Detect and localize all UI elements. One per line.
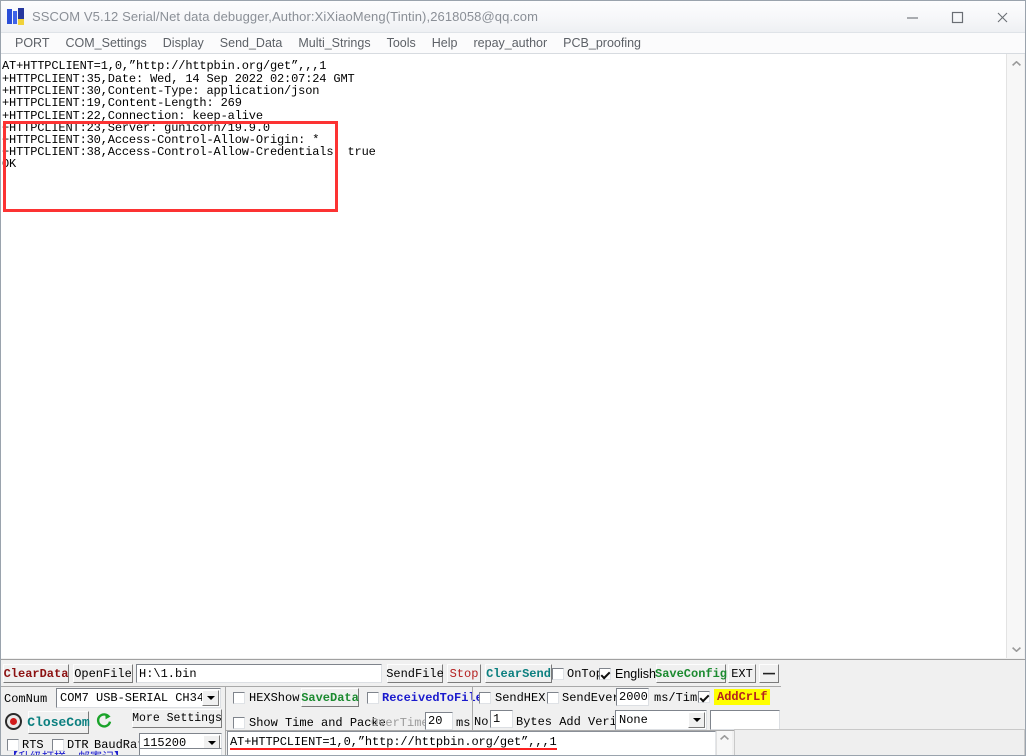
save-config-button[interactable]: SaveConfig	[655, 664, 727, 683]
ontop-checkbox[interactable]	[552, 668, 564, 680]
collapse-button[interactable]	[759, 664, 779, 683]
send-every-checkbox[interactable]	[547, 692, 559, 704]
open-file-button[interactable]: OpenFile	[73, 664, 133, 683]
menu-item-help[interactable]: Help	[424, 33, 466, 54]
sscom-window: SSCOM V5.12 Serial/Net data debugger,Aut…	[0, 0, 1026, 756]
verify-extra-input[interactable]	[710, 710, 780, 730]
ms-tim-label: ms/Tim	[654, 690, 698, 705]
menu-item-com-settings[interactable]: COM_Settings	[58, 33, 155, 54]
window-title: SSCOM V5.12 Serial/Net data debugger,Aut…	[32, 9, 539, 24]
minimize-button[interactable]	[890, 1, 935, 33]
connection-led-icon	[5, 713, 22, 730]
menu-item-display[interactable]: Display	[155, 33, 212, 54]
ontop-label: OnTop	[567, 666, 604, 681]
terminal-line: +HTTPCLIENT:38,Access-Control-Allow-Cred…	[2, 145, 376, 160]
close-com-button[interactable]: CloseCom	[27, 711, 90, 734]
com-num-label: ComNum	[4, 691, 48, 706]
menu-item-tools[interactable]: Tools	[379, 33, 424, 54]
refresh-button[interactable]	[95, 712, 113, 730]
show-time-checkbox[interactable]	[233, 717, 245, 729]
chevron-down-icon	[207, 741, 216, 745]
close-icon	[997, 12, 1008, 22]
clear-send-button[interactable]: ClearSend	[485, 664, 552, 683]
maximize-icon	[951, 11, 964, 23]
chevron-up-icon	[1011, 60, 1021, 66]
menu-bar: PORT COM_Settings Display Send_Data Mult…	[1, 33, 1025, 54]
close-button[interactable]	[980, 1, 1025, 33]
terminal-line: AT+HTTPCLIENT=1,0,”http://httpbin.org/ge…	[2, 59, 327, 73]
terminal-output[interactable]: AT+HTTPCLIENT=1,0,”http://httpbin.org/ge…	[1, 54, 1008, 658]
minimize-icon	[907, 17, 918, 18]
english-label[interactable]: English	[615, 666, 656, 681]
scroll-down-button[interactable]	[1007, 640, 1025, 658]
send-right-spacer	[734, 729, 1025, 755]
send-hex-label: SendHEX	[495, 690, 546, 705]
com-port-select[interactable]: COM7 USB-SERIAL CH340	[56, 688, 221, 708]
overtime-unit-label: ms	[456, 715, 471, 730]
com-port-value: COM7 USB-SERIAL CH340	[60, 691, 212, 705]
sscom-app-icon	[7, 7, 25, 26]
english-checkbox[interactable]	[599, 668, 611, 680]
terminal-line: OK	[2, 157, 17, 172]
show-time-label: Show Time and Packe	[249, 715, 386, 730]
hexshow-checkbox[interactable]	[233, 692, 245, 704]
send-file-button[interactable]: SendFile	[386, 664, 444, 683]
chevron-down-icon	[692, 718, 701, 722]
add-crlf-checkbox[interactable]	[698, 691, 710, 703]
add-crlf-label: AddCrLf	[714, 689, 771, 705]
save-data-button[interactable]: SaveData	[301, 688, 359, 707]
control-panel: ClearData OpenFile H:\1.bin SendFile Sto…	[1, 659, 1025, 755]
overtime-input[interactable]: 20	[425, 712, 453, 730]
panel-divider-3	[225, 730, 226, 755]
chevron-up-icon	[720, 735, 729, 740]
send-input-box[interactable]: AT+HTTPCLIENT=1,0,”http://httpbin.org/ge…	[227, 731, 716, 755]
minus-icon	[763, 672, 775, 675]
verify-select[interactable]: None	[615, 710, 707, 730]
com-port-dropdown-arrow[interactable]	[202, 690, 219, 706]
menu-item-port[interactable]: PORT	[7, 33, 58, 54]
title-bar: SSCOM V5.12 Serial/Net data debugger,Aut…	[1, 1, 1025, 33]
terminal-scrollbar[interactable]	[1006, 54, 1024, 658]
send-input-scrollbar[interactable]	[716, 731, 732, 755]
scroll-up-button[interactable]	[1007, 54, 1025, 72]
send-hex-checkbox[interactable]	[479, 692, 491, 704]
terminal-line: +HTTPCLIENT:22,Connection: keep-alive	[2, 108, 263, 123]
refresh-icon	[96, 713, 112, 728]
more-settings-button[interactable]: More Settings	[132, 709, 222, 728]
maximize-button[interactable]	[935, 1, 980, 33]
chevron-down-icon	[206, 696, 215, 700]
panel-divider-2	[472, 687, 473, 731]
no-label: No	[474, 714, 489, 729]
menu-item-repay-author[interactable]: repay_author	[466, 33, 556, 54]
received-to-file-label: ReceivedToFile	[382, 690, 483, 705]
file-path-input[interactable]: H:\1.bin	[136, 664, 382, 683]
footer-input[interactable]	[139, 748, 222, 755]
menu-item-pcb-proofing[interactable]: PCB_proofing	[555, 33, 649, 54]
toolbar-divider	[1, 686, 781, 687]
no-input[interactable]: 1	[490, 710, 513, 728]
send-input-text: AT+HTTPCLIENT=1,0,”http://httpbin.org/ge…	[229, 735, 557, 750]
send-every-input[interactable]: 2000	[616, 688, 649, 706]
ext-button[interactable]: EXT	[728, 664, 756, 683]
window-controls	[890, 1, 1025, 33]
stop-button[interactable]: Stop	[447, 664, 481, 683]
chevron-down-icon	[1011, 646, 1021, 652]
menu-item-multi-strings[interactable]: Multi_Strings	[290, 33, 378, 54]
verify-dropdown-arrow[interactable]	[688, 712, 705, 728]
clear-data-button[interactable]: ClearData	[3, 664, 69, 683]
verify-value: None	[619, 713, 648, 727]
hexshow-label: HEXShow	[249, 690, 300, 705]
menu-item-send-data[interactable]: Send_Data	[212, 33, 291, 54]
terminal-line: +HTTPCLIENT:19,Content-Length: 269	[2, 96, 242, 111]
received-to-file-checkbox[interactable]	[367, 692, 379, 704]
